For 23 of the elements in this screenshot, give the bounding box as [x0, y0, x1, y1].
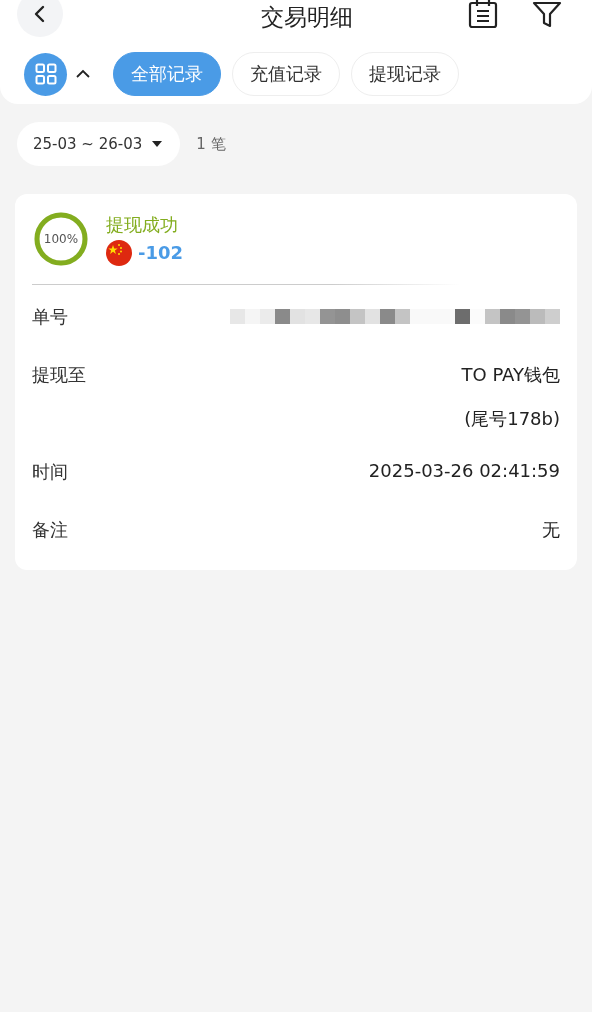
amount-text: -102 — [138, 242, 184, 263]
field-value: 2025-03-26 02:41:59 — [368, 460, 560, 481]
field-value: (尾号178b) — [464, 407, 560, 431]
back-button[interactable] — [17, 0, 63, 37]
grid-icon — [34, 63, 57, 85]
filter-tab[interactable]: 提现记录 — [351, 52, 459, 96]
field-value: 无 — [542, 518, 560, 542]
field-label: 提现至 — [32, 363, 86, 387]
field-label: 单号 — [32, 305, 68, 329]
flag-icon — [106, 239, 132, 266]
filter-tab[interactable]: 充值记录 — [232, 52, 340, 96]
filter-icon[interactable] — [532, 0, 562, 28]
dropdown-icon — [152, 141, 163, 147]
record-count: 1 笔 — [196, 134, 226, 154]
field-value: TO PAY钱包 — [461, 363, 560, 387]
calendar-icon[interactable] — [468, 0, 498, 29]
page-title: 交易明细 — [260, 2, 353, 32]
field-label: 备注 — [32, 518, 68, 542]
chevron-up-icon[interactable] — [75, 69, 91, 79]
grid-button[interactable] — [24, 52, 67, 96]
status-text: 提现成功 — [106, 212, 179, 237]
field-label: 时间 — [32, 460, 68, 484]
date-range-dropdown[interactable]: 25-03 ~ 26-03 — [17, 122, 181, 166]
